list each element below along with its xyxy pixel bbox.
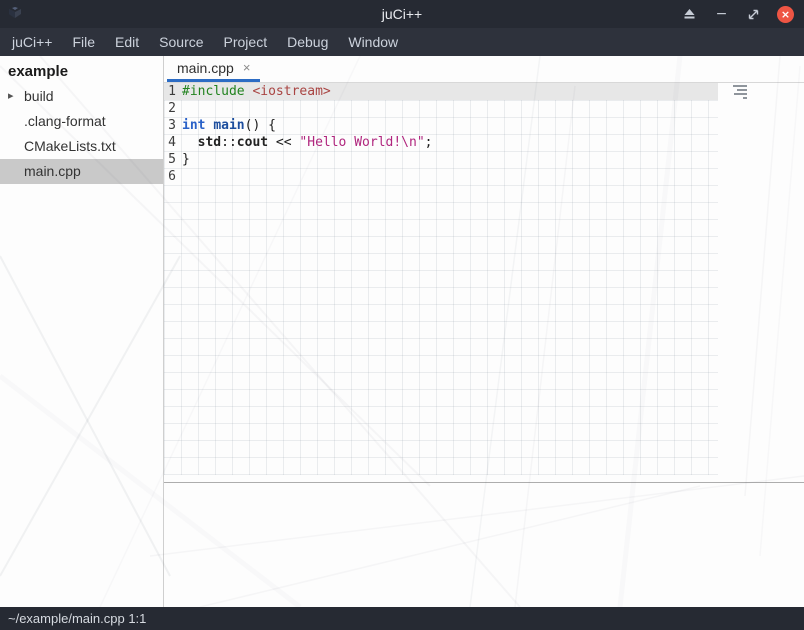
menu-window[interactable]: Window <box>338 28 408 56</box>
code-line-2[interactable]: 2 <box>164 100 718 117</box>
tab-label: main.cpp <box>177 60 234 76</box>
close-button[interactable]: × <box>777 6 794 23</box>
maximize-icon <box>748 9 759 20</box>
line-number: 3 <box>164 117 176 134</box>
file-tree: ▸ build .clang-format CMakeLists.txt main.cp… <box>0 84 163 184</box>
line-number: 1 <box>164 83 176 100</box>
line-number: 2 <box>164 100 176 117</box>
tab-close-icon[interactable]: × <box>243 60 251 75</box>
content-area: example ▸ build .clang-format CMakeLists.tx… <box>0 56 804 607</box>
main-pane: main.cpp × 1#include <iostream>23int mai… <box>164 56 804 607</box>
code-text <box>176 100 182 117</box>
tree-item-label: build <box>24 88 54 104</box>
eject-icon <box>684 9 695 19</box>
line-number: 6 <box>164 168 176 185</box>
code-text <box>176 168 182 185</box>
tree-item--clang-format[interactable]: .clang-format <box>0 109 163 134</box>
editor[interactable]: 1#include <iostream>23int main() {4 std:… <box>164 83 804 483</box>
keep-above-button[interactable] <box>681 6 698 23</box>
code-text: #include <iostream> <box>176 83 331 100</box>
tree-item-build[interactable]: ▸ build <box>0 84 163 109</box>
output-panel[interactable] <box>164 483 804 607</box>
sidebar: example ▸ build .clang-format CMakeLists.tx… <box>0 56 164 607</box>
code-text: int main() { <box>176 117 276 134</box>
code-line-5[interactable]: 5} <box>164 151 718 168</box>
code-line-6[interactable]: 6 <box>164 168 718 185</box>
code-line-1[interactable]: 1#include <iostream> <box>164 83 718 100</box>
project-root-label[interactable]: example <box>0 56 163 84</box>
menu-file[interactable]: File <box>62 28 105 56</box>
tab-main-cpp[interactable]: main.cpp × <box>167 56 260 82</box>
code-text: std::cout << "Hello World!\n"; <box>176 134 432 151</box>
code-line-4[interactable]: 4 std::cout << "Hello World!\n"; <box>164 134 718 151</box>
statusbar: ~/example/main.cpp 1:1 <box>0 607 804 630</box>
code-text: } <box>176 151 190 168</box>
tabbar: main.cpp × <box>164 56 804 83</box>
tree-item-label: main.cpp <box>24 163 81 179</box>
minimize-button[interactable]: − <box>713 6 730 23</box>
maximize-button[interactable] <box>745 6 762 23</box>
menu-debug[interactable]: Debug <box>277 28 338 56</box>
line-number: 4 <box>164 134 176 151</box>
minimap[interactable] <box>723 85 747 101</box>
menu-edit[interactable]: Edit <box>105 28 149 56</box>
window-controls: − × <box>681 6 804 23</box>
status-path: ~/example/main.cpp 1:1 <box>8 611 146 626</box>
menu-source[interactable]: Source <box>149 28 213 56</box>
tree-item-cmakelists-txt[interactable]: CMakeLists.txt <box>0 134 163 159</box>
expander-icon[interactable]: ▸ <box>8 84 14 109</box>
menu-juci[interactable]: juCi++ <box>2 28 62 56</box>
menu-project[interactable]: Project <box>214 28 278 56</box>
code-area[interactable]: 1#include <iostream>23int main() {4 std:… <box>164 83 804 185</box>
app-icon <box>7 6 23 22</box>
tree-item-main-cpp[interactable]: main.cpp <box>0 159 163 184</box>
app-window: juCi++ − × juCi++FileEditSourceProjectDe… <box>0 0 804 630</box>
tree-item-label: CMakeLists.txt <box>24 138 116 154</box>
tree-item-label: .clang-format <box>24 113 106 129</box>
titlebar: juCi++ − × <box>0 0 804 28</box>
line-number: 5 <box>164 151 176 168</box>
menubar: juCi++FileEditSourceProjectDebugWindow <box>0 28 804 56</box>
code-line-3[interactable]: 3int main() { <box>164 117 718 134</box>
